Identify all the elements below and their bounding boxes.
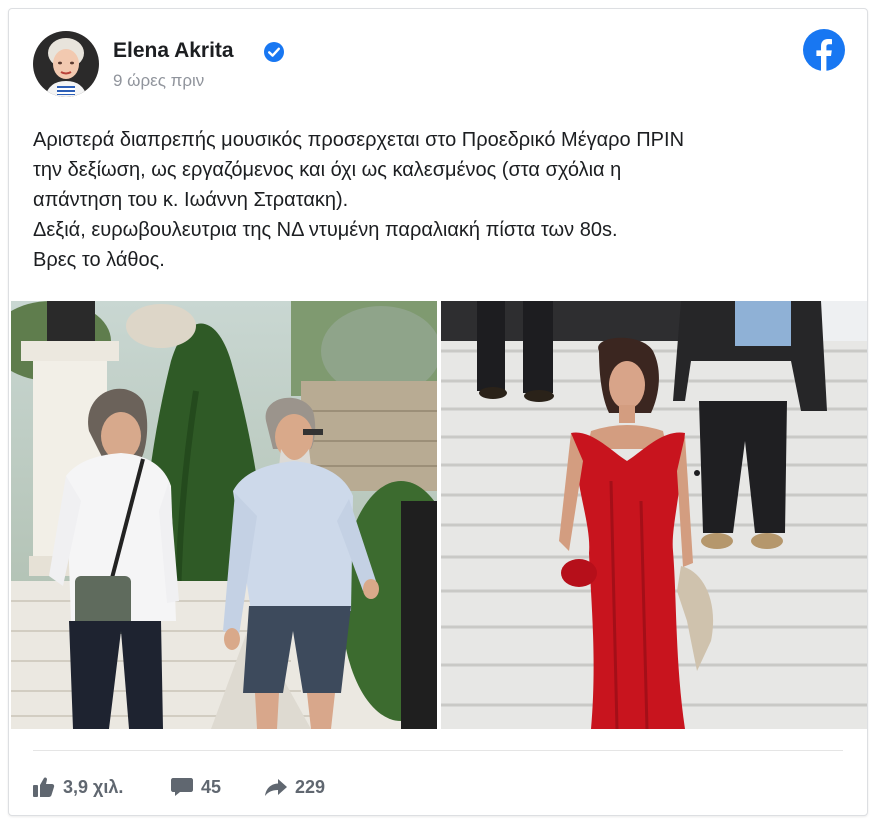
verified-badge-icon <box>264 42 284 62</box>
comments-value: 45 <box>201 776 222 797</box>
photo-red-dress <box>441 301 867 729</box>
post-text-line: Δεξιά, ευρωβουλευτρια της ΝΔ ντυμένη παρ… <box>33 219 618 241</box>
thumbs-up-icon <box>33 777 55 797</box>
comments-count[interactable]: 45 <box>171 775 221 799</box>
author-name[interactable]: Elena Akrita <box>113 39 234 63</box>
shares-value: 229 <box>295 776 326 797</box>
post-photo-left[interactable] <box>11 301 437 729</box>
comment-bubble-icon <box>171 778 193 796</box>
shares-count[interactable]: 229 <box>265 775 325 799</box>
likes-count[interactable]: 3,9 χιλ. <box>33 775 123 799</box>
post-text: Αριστερά διαπρεπής μουσικός προσερχεται … <box>33 125 843 275</box>
facebook-post-card: Elena Akrita 9 ώρες πριν Αριστερά διαπρε… <box>8 8 868 816</box>
post-text-line: απάντηση του κ. Ιωάννη Στρατακη). <box>33 189 349 211</box>
post-text-line: την δεξίωση, ως εργαζόμενος και όχι ως κ… <box>33 159 622 181</box>
author-avatar[interactable] <box>33 31 99 97</box>
share-arrow-icon <box>265 779 287 796</box>
likes-value: 3,9 χιλ. <box>63 776 124 797</box>
stats-divider <box>33 750 843 751</box>
photo-musicians <box>11 301 437 729</box>
post-text-line: Βρες το λάθος. <box>33 249 165 271</box>
post-timestamp[interactable]: 9 ώρες πριν <box>113 71 204 91</box>
facebook-logo-icon[interactable] <box>803 29 845 71</box>
post-text-line: Αριστερά διαπρεπής μουσικός προσερχεται … <box>33 129 685 151</box>
post-photo-right[interactable] <box>441 301 867 729</box>
avatar-image <box>33 31 99 97</box>
